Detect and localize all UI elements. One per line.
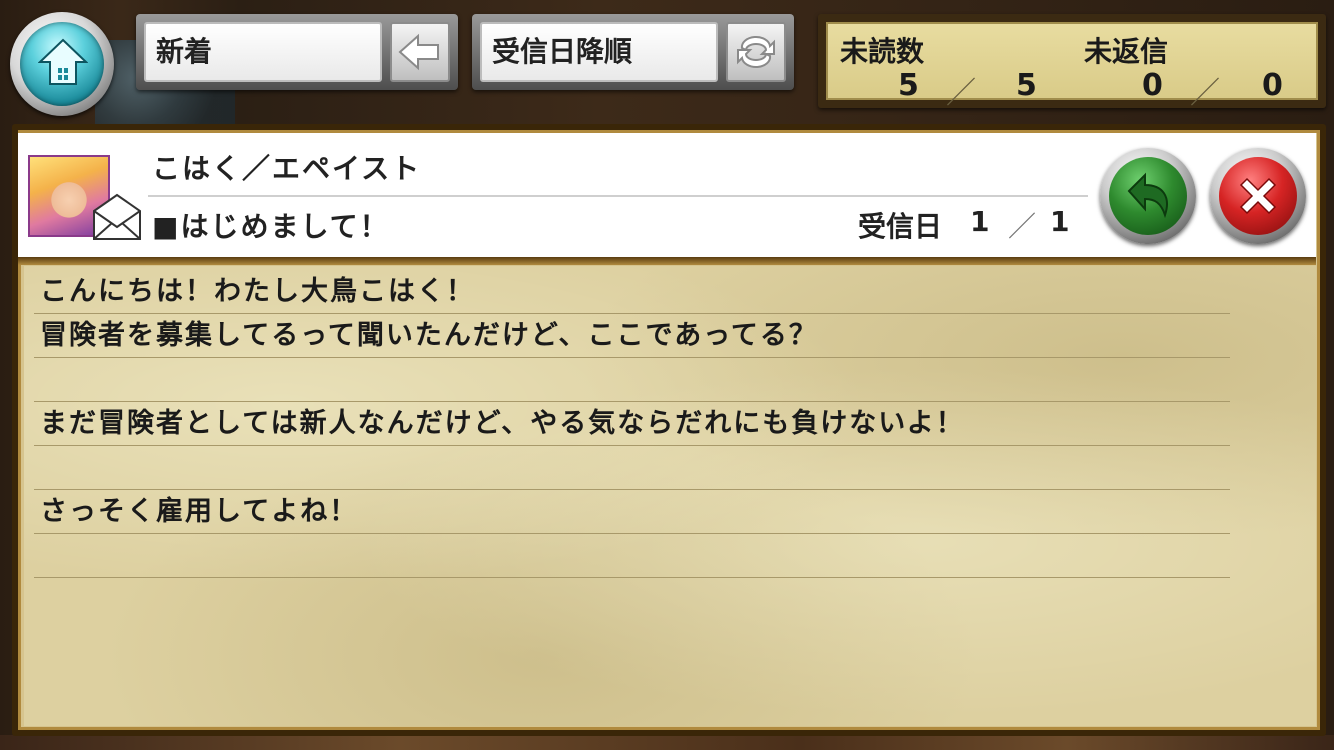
unreplied-count: 0: [1142, 68, 1163, 103]
sort-label: 受信日降順: [480, 22, 718, 82]
header-divider: [148, 195, 1088, 197]
refresh-icon: [737, 35, 775, 69]
received-separator: ／: [1008, 210, 1037, 243]
unreplied-label: 未返信: [1084, 35, 1169, 68]
close-icon: [1239, 177, 1277, 215]
unread-label: 未読数: [840, 35, 925, 68]
message-body: こんにちは！わたし大鳥こはく！ 冒険者を募集してるって聞いたんだけど、ここであっ…: [24, 266, 1316, 726]
reply-icon: [1127, 172, 1168, 219]
filter-label: 新着: [144, 22, 382, 82]
back-arrow-icon: [398, 33, 439, 71]
home-button-face: [20, 22, 104, 106]
home-button[interactable]: [10, 12, 114, 116]
unread-separator: ／: [946, 76, 976, 111]
message-body-line: 冒険者を募集してるって聞いたんだけど、ここであってる？: [34, 314, 1230, 358]
close-button[interactable]: [1210, 148, 1306, 244]
unread-total: 5: [1016, 68, 1037, 103]
message-subject: ■はじめまして！: [152, 210, 390, 243]
unread-count: 5: [898, 68, 919, 103]
message-body-line: さっそく雇用してよね！: [34, 490, 1230, 534]
message-counts: 未読数 未返信 5 ／ 5 0 ／ 0: [826, 22, 1318, 111]
unreplied-total: 0: [1262, 68, 1283, 103]
header-border: [18, 257, 1316, 265]
message-body-line: [34, 534, 1230, 578]
sort-dropdown[interactable]: 受信日降順: [472, 14, 794, 90]
message-body-line: [34, 358, 1230, 402]
home-icon: [38, 38, 88, 85]
message-counts-panel: 未読数 未返信 5 ／ 5 0 ／ 0: [818, 14, 1326, 111]
message-body-line: こんにちは！わたし大鳥こはく！: [34, 270, 1230, 314]
message-body-line: [34, 446, 1230, 490]
refresh-button[interactable]: [726, 22, 786, 82]
message-body-line: まだ冒険者としては新人なんだけど、やる気ならだれにも負けないよ！: [34, 402, 1230, 446]
received-label: 受信日: [858, 210, 943, 243]
filter-dropdown[interactable]: 新着: [136, 14, 458, 90]
received-total: 1: [1050, 205, 1070, 238]
reply-button[interactable]: [1100, 148, 1196, 244]
envelope-icon: [93, 193, 141, 240]
unreplied-separator: ／: [1190, 76, 1220, 111]
back-button[interactable]: [390, 22, 450, 82]
background-floor: [0, 735, 1334, 750]
sender-name: こはく／エペイスト: [152, 152, 422, 185]
received-index: 1: [970, 205, 990, 238]
